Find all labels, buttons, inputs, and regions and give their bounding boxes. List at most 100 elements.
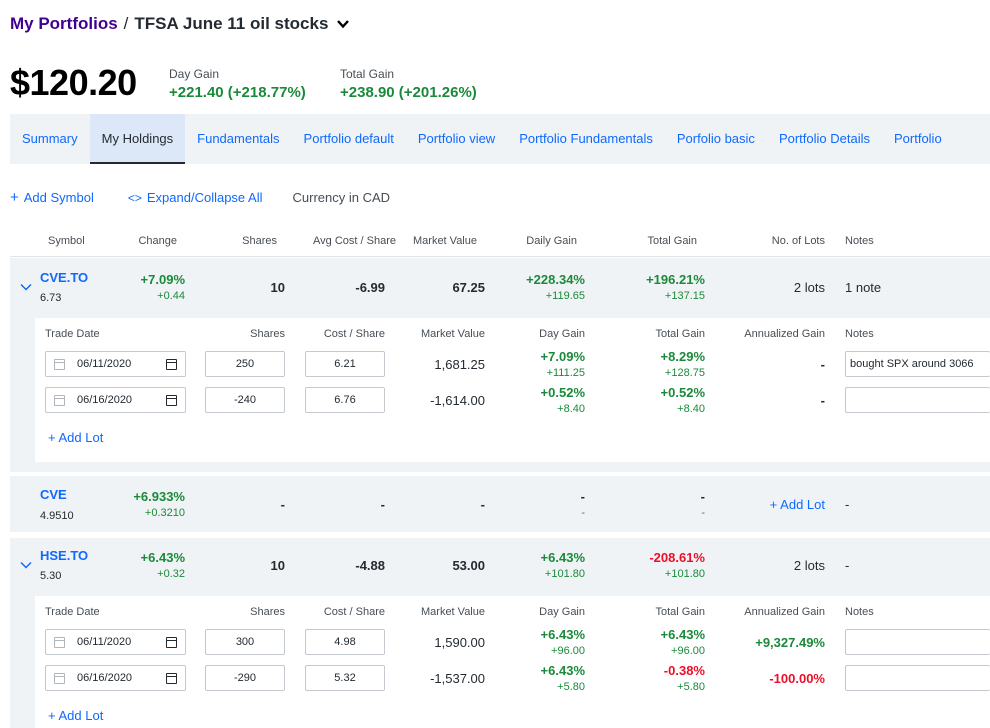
- col-lots[interactable]: No. of Lots: [772, 235, 825, 247]
- lot-col-trade-date: Trade Date: [45, 606, 100, 618]
- lot-note-input[interactable]: [845, 387, 990, 413]
- expand-collapse-button[interactable]: <> Expand/Collapse All: [128, 190, 263, 205]
- tab-portfolio-default[interactable]: Portfolio default: [292, 114, 406, 164]
- add-lot-button[interactable]: + Add Lot: [48, 430, 103, 445]
- avg-cost-value: -: [380, 497, 385, 512]
- lot-col-notes: Notes: [845, 606, 874, 618]
- tab-portfolio-more[interactable]: Portfolio: [882, 114, 954, 164]
- avg-cost-value: -4.88: [355, 558, 385, 573]
- total-gain-pct: +196.21%: [646, 272, 705, 287]
- symbol-link[interactable]: CVE.TO: [40, 270, 88, 285]
- date-picker-icon[interactable]: [166, 672, 177, 684]
- shares-value: -: [280, 497, 285, 512]
- chevron-down-icon[interactable]: [20, 559, 32, 571]
- lot-market-value: -1,614.00: [430, 393, 485, 408]
- lot-col-total-gain: Total Gain: [655, 328, 705, 340]
- plus-icon: +: [10, 189, 19, 206]
- total-gain-value: +101.80: [664, 568, 705, 580]
- lot-annualized-gain: -100.00%: [769, 671, 825, 686]
- col-total-gain[interactable]: Total Gain: [647, 235, 697, 247]
- breadcrumb-my-portfolios-link[interactable]: My Portfolios: [10, 14, 118, 34]
- lot-col-market-value: Market Value: [421, 606, 485, 618]
- daily-gain-pct: +228.34%: [526, 272, 585, 287]
- lot-shares-input[interactable]: -290: [205, 665, 285, 691]
- lot-note-input[interactable]: bought SPX around 3066: [845, 351, 990, 377]
- symbol-link[interactable]: HSE.TO: [40, 548, 88, 563]
- daily-gain-value: +101.80: [544, 568, 585, 580]
- header-divider: [10, 256, 990, 257]
- tab-summary[interactable]: Summary: [10, 114, 90, 164]
- notes-count[interactable]: 1 note: [845, 280, 881, 295]
- lot-total-gain-value: +96.00: [671, 645, 705, 657]
- lot-note-input[interactable]: [845, 629, 990, 655]
- lot-total-gain-value: +5.80: [677, 681, 705, 693]
- lot-total-gain-pct: +6.43%: [660, 627, 705, 642]
- change-pct: +6.43%: [140, 550, 185, 565]
- lot-market-value: 1,590.00: [434, 635, 485, 650]
- lot-cost-input[interactable]: 6.76: [305, 387, 385, 413]
- tab-porfolio-basic[interactable]: Porfolio basic: [665, 114, 767, 164]
- col-change[interactable]: Change: [138, 235, 177, 247]
- lot-total-gain-pct: -0.38%: [663, 663, 705, 678]
- change-value: +0.32: [157, 568, 185, 580]
- add-symbol-button[interactable]: + Add Symbol: [10, 189, 94, 206]
- trade-date-input[interactable]: 06/11/2020: [45, 629, 186, 655]
- market-value: -: [480, 497, 485, 512]
- day-gain-value: +221.40 (+218.77%): [169, 84, 306, 101]
- col-shares[interactable]: Shares: [242, 235, 277, 247]
- date-picker-icon[interactable]: [166, 636, 177, 648]
- lot-shares-input[interactable]: 300: [205, 629, 285, 655]
- chevron-down-icon[interactable]: [336, 17, 350, 31]
- add-lot-button[interactable]: + Add Lot: [770, 497, 825, 512]
- col-avg-cost[interactable]: Avg Cost / Share: [313, 235, 396, 247]
- trade-date-input[interactable]: 06/11/2020: [45, 351, 186, 377]
- holdings-toolbar: + Add Symbol <> Expand/Collapse All Curr…: [10, 189, 390, 206]
- col-notes[interactable]: Notes: [845, 235, 874, 247]
- lot-annualized-gain: -: [820, 357, 825, 372]
- lot-col-shares: Shares: [250, 328, 285, 340]
- portfolio-name[interactable]: TFSA June 11 oil stocks: [134, 14, 328, 34]
- lot-shares-input[interactable]: -240: [205, 387, 285, 413]
- date-picker-icon[interactable]: [166, 358, 177, 370]
- plus-icon: +: [48, 430, 59, 445]
- lot-day-gain-pct: +6.43%: [540, 663, 585, 678]
- total-gain-value: +137.15: [664, 290, 705, 302]
- shares-value: 10: [270, 558, 285, 573]
- lot-col-notes: Notes: [845, 328, 874, 340]
- tab-my-holdings[interactable]: My Holdings: [89, 114, 186, 164]
- lot-cost-input[interactable]: 6.21: [305, 351, 385, 377]
- lot-cost-input[interactable]: 4.98: [305, 629, 385, 655]
- change-value: +0.44: [157, 290, 185, 302]
- lot-day-gain-pct: +0.52%: [540, 385, 585, 400]
- expand-collapse-icon: <>: [127, 190, 142, 205]
- tab-fundamentals[interactable]: Fundamentals: [185, 114, 291, 164]
- date-picker-icon[interactable]: [166, 394, 177, 406]
- col-symbol[interactable]: Symbol: [48, 235, 85, 247]
- tab-portfolio-details[interactable]: Portfolio Details: [767, 114, 882, 164]
- calendar-icon: [54, 636, 65, 648]
- total-gain-label: Total Gain: [340, 67, 395, 81]
- col-market-value[interactable]: Market Value: [413, 235, 477, 247]
- change-value: +0.3210: [144, 507, 185, 519]
- lot-col-total-gain: Total Gain: [655, 606, 705, 618]
- lot-cost-input[interactable]: 5.32: [305, 665, 385, 691]
- chevron-down-icon[interactable]: [20, 281, 32, 293]
- lot-note-input[interactable]: [845, 665, 990, 691]
- daily-gain-value: +119.65: [545, 290, 585, 302]
- add-lot-button[interactable]: + Add Lot: [48, 708, 103, 723]
- lot-total-gain-pct: +0.52%: [660, 385, 705, 400]
- tab-portfolio-fundamentals[interactable]: Portfolio Fundamentals: [507, 114, 665, 164]
- lot-shares-input[interactable]: 250: [205, 351, 285, 377]
- tab-portfolio-view[interactable]: Portfolio view: [406, 114, 507, 164]
- trade-date-input[interactable]: 06/16/2020: [45, 387, 186, 413]
- lots-count[interactable]: 2 lots: [794, 558, 825, 573]
- col-daily-gain[interactable]: Daily Gain: [526, 235, 577, 247]
- market-value: 67.25: [452, 280, 485, 295]
- lots-count[interactable]: 2 lots: [794, 280, 825, 295]
- breadcrumb-separator: /: [123, 14, 129, 33]
- symbol-link[interactable]: CVE: [40, 487, 67, 502]
- trade-date-input[interactable]: 06/16/2020: [45, 665, 186, 691]
- breadcrumb: My Portfolios / TFSA June 11 oil stocks: [10, 14, 350, 34]
- lot-col-market-value: Market Value: [421, 328, 485, 340]
- market-value: 53.00: [452, 558, 485, 573]
